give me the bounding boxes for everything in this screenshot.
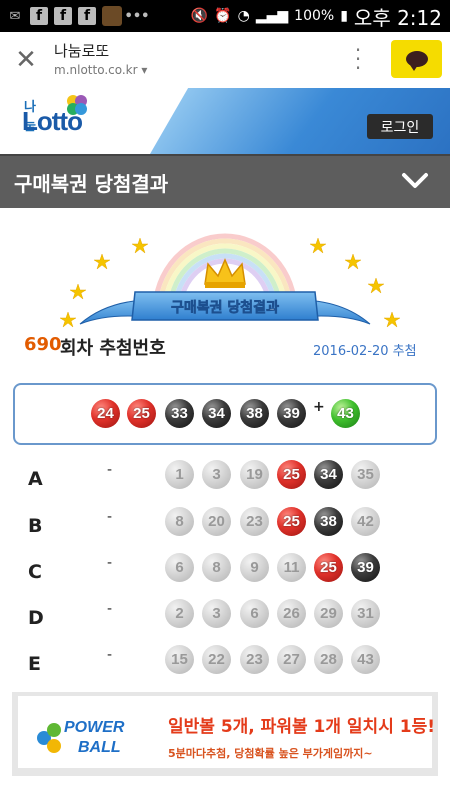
result-banner: 구매복권 당첨결과	[59, 233, 401, 328]
ticket-number-ball: 28	[314, 645, 343, 674]
winning-number-ball: 33	[165, 399, 194, 428]
ticket-number-ball: 43	[351, 645, 380, 674]
ticket-number-ball: 3	[202, 460, 231, 489]
ticket-number-ball: 8	[165, 507, 194, 536]
ticket-number-ball: 25	[314, 553, 343, 582]
wifi-icon: ◔	[237, 8, 250, 24]
app-notification-icon	[102, 6, 122, 26]
status-bar: ✉ f f f ••• 🔇 ⏰ ◔ ▂▄▆ 100% ▮ 오후 2:12	[0, 0, 450, 32]
ticket-row-label: C	[28, 561, 42, 583]
logo-line2: BALL	[78, 739, 121, 756]
kakao-talk-button[interactable]	[391, 40, 442, 78]
ticket-number-ball: 35	[351, 460, 380, 489]
page-title: 구매복권 당첨결과	[14, 172, 169, 196]
ticket-row-label: E	[28, 653, 41, 675]
site-url[interactable]: m.nlotto.co.kr ▾	[54, 63, 147, 77]
ticket-number-ball: 27	[277, 645, 306, 674]
ticket-number-ball: 2	[165, 599, 194, 628]
ticket-row-label: B	[28, 515, 43, 537]
bonus-plus-sign: +	[313, 399, 325, 415]
ticket-number-ball: 22	[202, 645, 231, 674]
ticket-row-dash: -	[107, 601, 113, 617]
ticket-number-ball: 25	[277, 460, 306, 489]
winning-number-ball: 38	[240, 399, 269, 428]
alarm-icon: ⏰	[214, 8, 232, 24]
ticket-number-ball: 31	[351, 599, 380, 628]
ticket-row-dash: -	[107, 509, 113, 525]
ticket-number-ball: 6	[240, 599, 269, 628]
site-url-text: m.nlotto.co.kr	[54, 63, 138, 77]
ticket-number-ball: 39	[351, 553, 380, 582]
ticket-number-ball: 25	[277, 507, 306, 536]
winning-number-ball: 34	[202, 399, 231, 428]
close-icon[interactable]: ✕	[12, 46, 40, 74]
clock: 오후 2:12	[353, 5, 442, 30]
ticket-number-ball: 29	[314, 599, 343, 628]
banner-text: 구매복권 당첨결과	[171, 299, 279, 316]
facebook-icon: f	[30, 7, 48, 25]
ticket-number-ball: 9	[240, 553, 269, 582]
ticket-number-ball: 26	[277, 599, 306, 628]
winning-number-ball: 24	[91, 399, 120, 428]
ticket-row-label: A	[28, 468, 43, 490]
battery-percent: 100%	[294, 8, 335, 24]
ticket-number-ball: 23	[240, 507, 269, 536]
ticket-row-dash: -	[107, 462, 113, 478]
ticket-row-label: D	[28, 607, 44, 629]
ad-subline: 5분마다추첨, 당첨확률 높은 부가게임까지~	[168, 747, 373, 760]
bonus-number-ball: 43	[331, 399, 360, 428]
round-number: 690	[24, 334, 62, 355]
powerball-logo: POWER BALL	[37, 719, 125, 756]
chevron-down-icon[interactable]	[400, 166, 430, 196]
ticket-row-dash: -	[107, 555, 113, 571]
dropdown-icon: ▾	[141, 63, 148, 77]
ticket-number-ball: 15	[165, 645, 194, 674]
ticket-number-ball: 23	[240, 645, 269, 674]
section-title-bar[interactable]: 구매복권 당첨결과	[0, 154, 450, 208]
ticket-number-ball: 11	[277, 553, 306, 582]
ad-headline: 일반볼 5개, 파워볼 1개 일치시 1등!	[168, 717, 435, 737]
draw-date: 2016-02-20 추첨	[313, 344, 417, 359]
battery-icon: ▮	[340, 8, 348, 24]
mail-icon: ✉	[9, 8, 21, 24]
chat-bubble-icon	[405, 51, 428, 71]
mute-icon: 🔇	[190, 8, 209, 24]
login-button[interactable]: 로그인	[367, 114, 433, 139]
ticket-number-ball: 6	[165, 553, 194, 582]
winning-numbers-box: 24 25 33 34 38 39 +43	[13, 383, 437, 445]
ad-content[interactable]: POWER BALL 일반볼 5개, 파워볼 1개 일치시 1등! 5분마다추첨…	[18, 696, 435, 768]
facebook-icon: f	[54, 7, 72, 25]
ticket-number-ball: 8	[202, 553, 231, 582]
more-notifications-icon: •••	[124, 8, 150, 24]
powerball-ad[interactable]: POWER BALL 일반볼 5개, 파워볼 1개 일치시 1등! 5분마다추첨…	[12, 692, 438, 776]
logo-line1: POWER	[64, 719, 125, 736]
ticket-number-ball: 38	[314, 507, 343, 536]
ticket-number-ball: 19	[240, 460, 269, 489]
round-label: 회차 추첨번호	[60, 338, 166, 359]
site-title: 나눔로또	[54, 42, 110, 60]
clover-icon	[67, 95, 87, 115]
signal-icon: ▂▄▆	[255, 8, 289, 24]
ticket-row-dash: -	[107, 647, 113, 663]
ticket-number-ball: 42	[351, 507, 380, 536]
winning-number-ball: 39	[277, 399, 306, 428]
facebook-icon: f	[78, 7, 96, 25]
ticket-number-ball: 3	[202, 599, 231, 628]
overflow-menu-icon[interactable]: · · ·	[350, 40, 366, 78]
browser-toolbar: ✕ 나눔로또 m.nlotto.co.kr ▾ · · ·	[0, 32, 450, 89]
round-info: 690 회차 추첨번호 2016-02-20 추첨	[0, 334, 450, 360]
ticket-number-ball: 1	[165, 460, 194, 489]
ticket-number-ball: 34	[314, 460, 343, 489]
winning-number-ball: 25	[127, 399, 156, 428]
ticket-number-ball: 20	[202, 507, 231, 536]
